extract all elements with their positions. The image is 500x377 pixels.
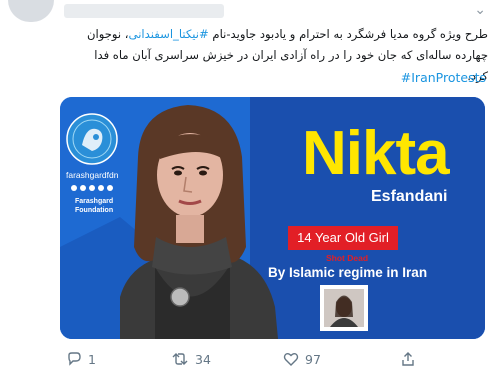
logo-org-line2: Foundation <box>75 207 114 214</box>
like-icon <box>283 353 299 366</box>
like-button[interactable]: 97 <box>283 349 321 369</box>
retweet-icon <box>172 353 188 365</box>
logo-org-line1: Farashgard <box>75 198 114 205</box>
tweet-header: ⌄ <box>0 0 500 26</box>
reply-button[interactable]: 1 <box>66 349 96 369</box>
regime-label: By Islamic regime in Iran <box>268 265 428 280</box>
logo-handle: farashgardfdn <box>66 170 119 180</box>
hashtag-link-iranprotests[interactable]: #IranProtests <box>401 70 486 85</box>
reply-count: 1 <box>88 351 96 367</box>
card-last-name: Esfandani <box>371 188 448 205</box>
tweet-actions: 1 34 97 <box>0 345 500 373</box>
reply-icon <box>68 352 81 366</box>
lion-sun-logo-icon <box>66 113 118 165</box>
chevron-down-icon[interactable]: ⌄ <box>474 2 486 18</box>
media-card[interactable]: farashgardfdn Farashgard Foundation Nikt… <box>60 97 485 339</box>
age-badge: 14 Year Old Girl <box>288 226 398 250</box>
photo-thumbnail <box>320 285 368 331</box>
share-button[interactable] <box>400 349 416 369</box>
like-count: 97 <box>305 351 321 367</box>
retweet-button[interactable]: 34 <box>171 349 211 369</box>
shot-label: Shot Dead <box>326 253 369 263</box>
hashtag-link-nikta[interactable]: #نیکتا_اسفندانی <box>129 27 209 41</box>
card-first-name: Nikta <box>302 119 450 188</box>
blurred-username[interactable] <box>64 4 224 18</box>
share-icon <box>402 352 414 366</box>
tweet-text-prefix: طرح ویژه گروه مدیا فرشگرد به احترام و یا… <box>212 27 488 41</box>
retweet-count: 34 <box>195 351 211 367</box>
avatar[interactable] <box>8 0 54 22</box>
